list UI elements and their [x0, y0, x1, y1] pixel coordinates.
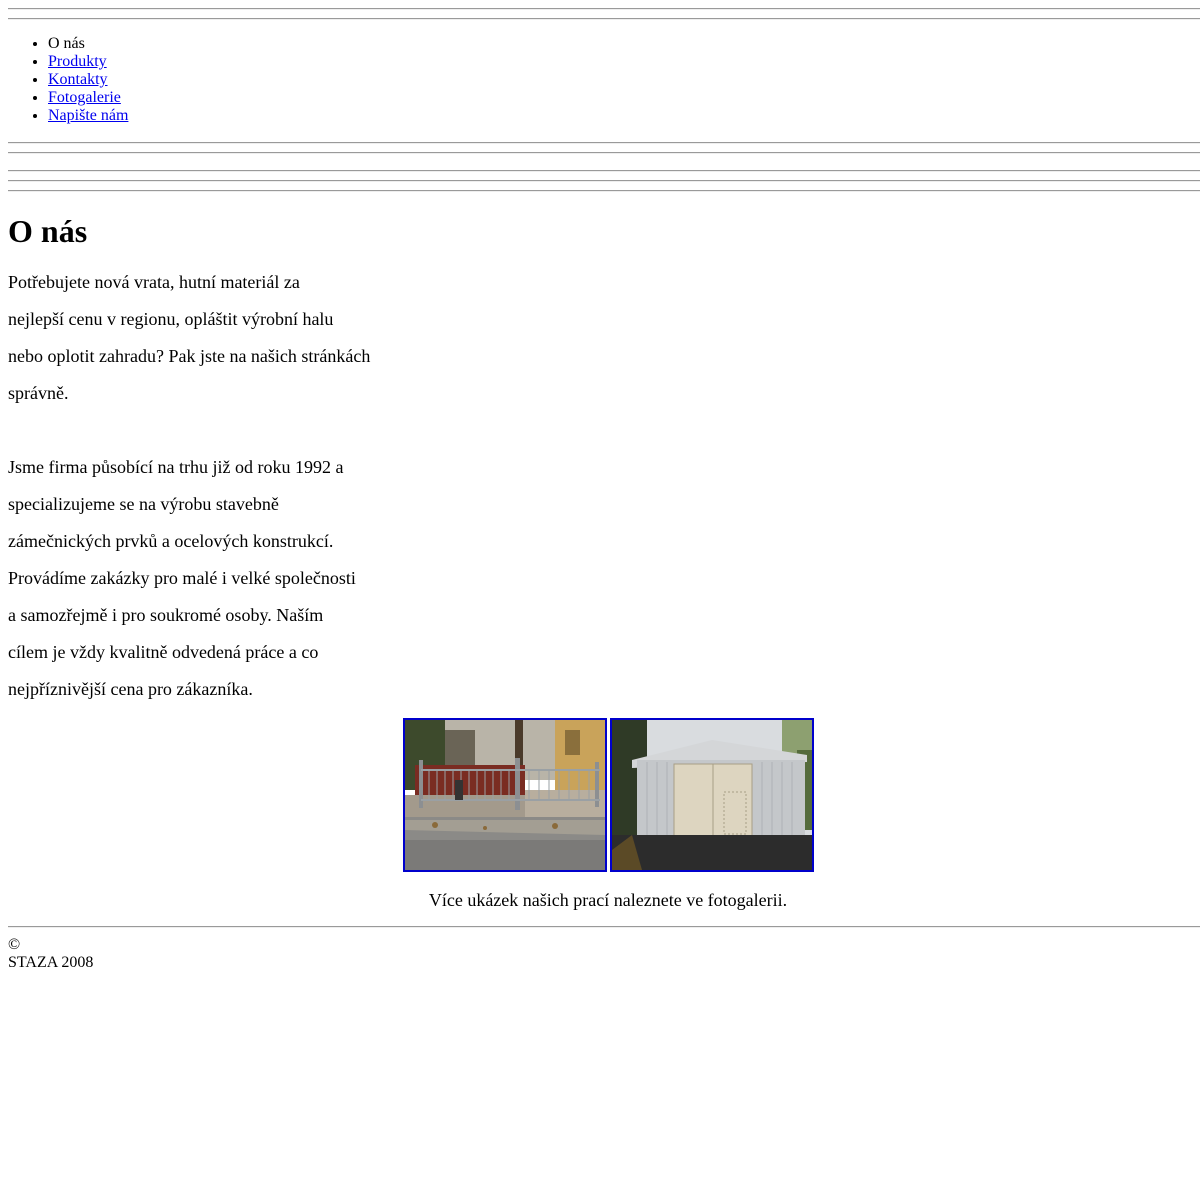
photo-gallery: [403, 718, 814, 872]
intro-line: Potřebujete nová vrata, hutní materiál z…: [8, 272, 300, 292]
gallery-note: Více ukázek našich prací naleznete ve fo…: [428, 890, 788, 910]
footer: © STAZA 2008: [8, 936, 93, 972]
copyright-symbol: ©: [8, 936, 21, 953]
rule-mid-5: [8, 190, 1200, 192]
about-line: a samozřejmě i pro soukromé osoby. Naším: [8, 605, 324, 625]
about-paragraph: Jsme firma působící na trhu již od roku …: [8, 449, 356, 708]
about-line: specializujeme se na výrobu stavebně: [8, 494, 279, 514]
nav-link-napiste-nam[interactable]: Napište nám: [48, 107, 128, 124]
nav-link-fotogalerie[interactable]: Fotogalerie: [48, 89, 121, 106]
fence-photo-icon: [405, 720, 605, 870]
about-line: zámečnických prvků a ocelových konstrukc…: [8, 531, 334, 551]
intro-line: správně.: [8, 383, 69, 403]
about-line: cílem je vždy kvalitně odvedená práce a …: [8, 642, 319, 662]
rule-mid-3: [8, 170, 1200, 172]
rule-mid-2: [8, 152, 1200, 154]
rule-mid-1: [8, 142, 1200, 144]
nav-link-kontakty[interactable]: Kontakty: [48, 71, 108, 88]
about-line: nejpříznivější cena pro zákazníka.: [8, 679, 253, 699]
intro-line: nejlepší cenu v regionu, opláštit výrobn…: [8, 309, 334, 329]
gallery-thumb-fence[interactable]: [403, 718, 607, 872]
intro-line: nebo oplotit zahradu? Pak jste na našich…: [8, 346, 371, 366]
nav-item-kontakty[interactable]: Kontakty: [48, 71, 128, 89]
rule-mid-4: [8, 180, 1200, 182]
rule-top-2: [8, 18, 1200, 20]
page-title: O nás: [8, 213, 88, 249]
nav-item-o-nas: O nás: [48, 35, 128, 53]
main-nav: O nás Produkty Kontakty Fotogalerie Napi…: [8, 35, 128, 125]
garage-photo-icon: [612, 720, 812, 870]
about-line: Jsme firma působící na trhu již od roku …: [8, 457, 344, 477]
nav-link-produkty[interactable]: Produkty: [48, 53, 107, 70]
nav-label-o-nas: O nás: [48, 35, 85, 52]
nav-item-fotogalerie[interactable]: Fotogalerie: [48, 89, 128, 107]
copyright-text: STAZA 2008: [8, 954, 94, 971]
nav-item-produkty[interactable]: Produkty: [48, 53, 128, 71]
about-line: Provádíme zakázky pro malé i velké spole…: [8, 568, 356, 588]
rule-footer: [8, 926, 1200, 928]
rule-top-1: [8, 8, 1200, 10]
gallery-thumb-garage[interactable]: [610, 718, 814, 872]
nav-item-napiste-nam[interactable]: Napište nám: [48, 107, 128, 125]
intro-paragraph: Potřebujete nová vrata, hutní materiál z…: [8, 264, 370, 412]
